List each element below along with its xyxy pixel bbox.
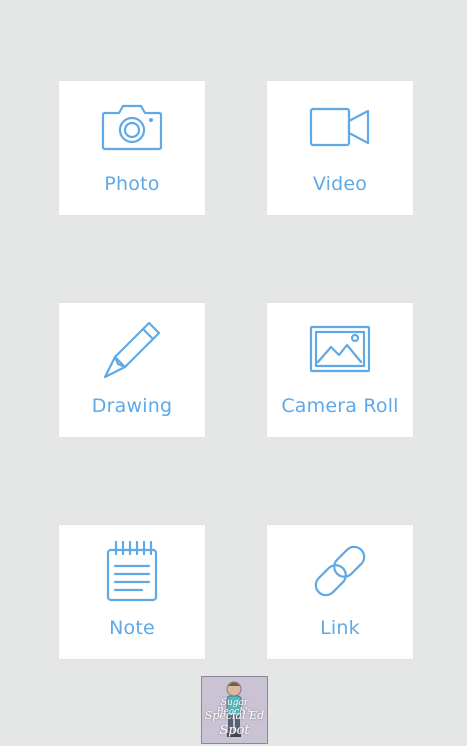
watermark-line-3: Spot — [219, 723, 250, 738]
photo-label: Photo — [104, 173, 160, 195]
link-tile[interactable]: Link — [267, 525, 413, 659]
video-tile[interactable]: Video — [267, 81, 413, 215]
camera-icon — [59, 99, 205, 155]
camera-roll-label: Camera Roll — [281, 395, 399, 417]
watermark-line-2: Special Ed — [204, 709, 265, 722]
image-icon — [267, 321, 413, 377]
photo-tile[interactable]: Photo — [59, 81, 205, 215]
note-tile[interactable]: Note — [59, 525, 205, 659]
drawing-label: Drawing — [91, 395, 173, 417]
camera-roll-tile[interactable]: Camera Roll — [267, 303, 413, 437]
drawing-tile[interactable]: Drawing — [59, 303, 205, 437]
pencil-icon — [59, 321, 205, 379]
link-label: Link — [320, 617, 360, 639]
video-camera-icon — [267, 99, 413, 155]
note-label: Note — [109, 617, 155, 639]
watermark-badge: Sugar Beach's Special Ed Spot — [201, 676, 268, 744]
chain-link-icon — [267, 543, 413, 599]
video-label: Video — [312, 173, 368, 195]
notepad-icon — [59, 540, 205, 602]
